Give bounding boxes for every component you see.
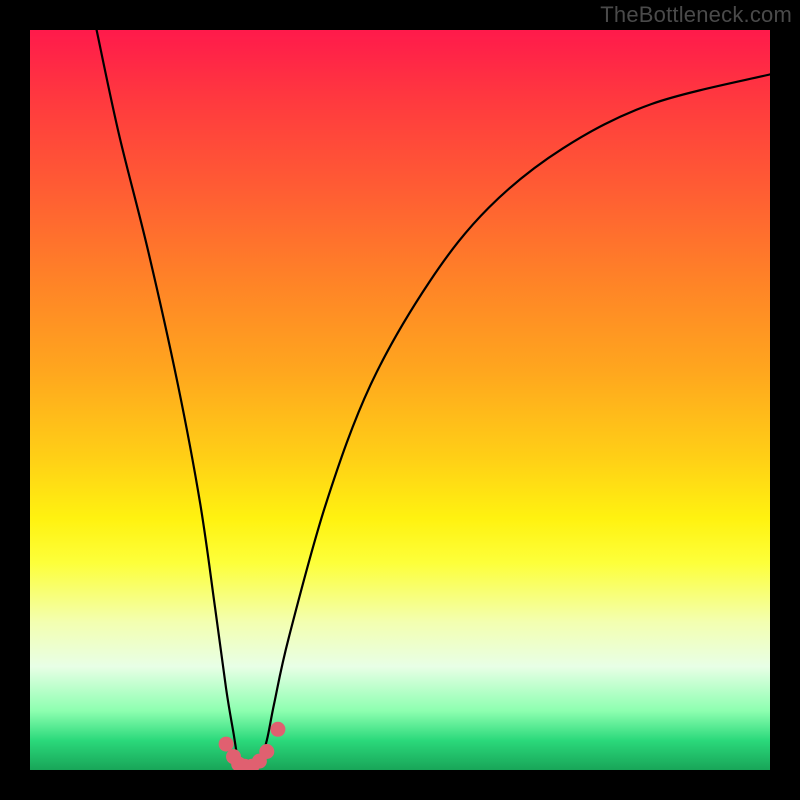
chart-frame: TheBottleneck.com — [0, 0, 800, 800]
watermark-text: TheBottleneck.com — [600, 2, 792, 28]
plot-area — [30, 30, 770, 770]
bottleneck-curve-path — [97, 30, 770, 770]
curve-layer — [30, 30, 770, 770]
curve-marker — [219, 737, 234, 752]
curve-markers — [219, 722, 286, 770]
curve-marker — [259, 744, 274, 759]
curve-marker — [270, 722, 285, 737]
